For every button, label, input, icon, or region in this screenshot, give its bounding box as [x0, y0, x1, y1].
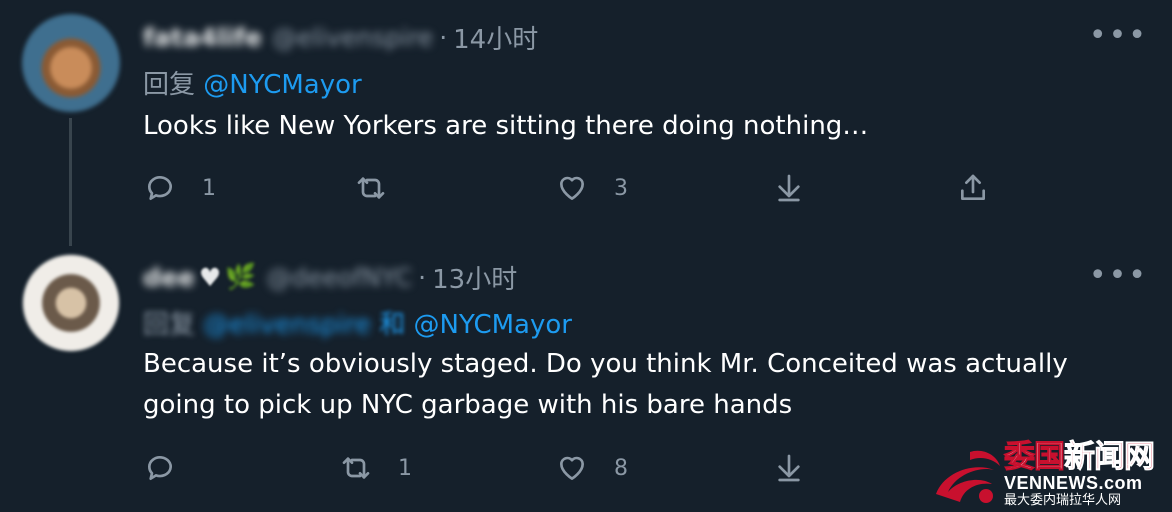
reply-to-line: 回复 @NYCMayor: [143, 64, 362, 101]
like-icon: [560, 456, 584, 480]
author-name[interactable]: fata4life: [143, 23, 262, 52]
like-icon: [560, 176, 584, 200]
share-button[interactable]: [957, 172, 989, 204]
reply-button[interactable]: 1: [144, 172, 216, 204]
author-handle[interactable]: @deeofNYC: [266, 263, 412, 292]
reply-button[interactable]: [144, 452, 202, 484]
retweet-icon: [342, 457, 370, 479]
like-button[interactable]: 3: [556, 172, 628, 204]
retweet-button[interactable]: [355, 172, 413, 204]
share-icon: [961, 174, 985, 200]
separator-dot: ·: [439, 22, 448, 52]
swirl-logo-icon: [936, 450, 1000, 503]
reply-count: 1: [202, 175, 216, 201]
separator-dot: ·: [418, 262, 427, 292]
watermark-subtitle: 最大委内瑞拉华人网: [1004, 493, 1122, 508]
tweet-1[interactable]: fata4life @elivenspire · 14小时 ••• 回复 @NY…: [0, 0, 1172, 246]
download-icon: [778, 454, 800, 482]
watermark: 委国新闻网 VENNEWS.com 最大委内瑞拉华人网: [930, 440, 1172, 512]
reply-prefix: 回复: [143, 70, 196, 100]
watermark-title-white: 委国: [1004, 439, 1066, 475]
retweet-count: 1: [398, 455, 412, 481]
mention-link[interactable]: @NYCMayor: [414, 310, 572, 340]
more-icon[interactable]: •••: [1089, 261, 1148, 291]
watermark-url: VENNEWS.com: [1004, 473, 1143, 493]
like-count: 8: [614, 455, 628, 481]
download-button[interactable]: [773, 452, 805, 484]
download-icon: [778, 174, 800, 202]
watermark-title-red: 新闻网: [1064, 439, 1156, 475]
more-icon[interactable]: •••: [1089, 21, 1148, 51]
retweet-icon: [357, 177, 385, 199]
mention-link[interactable]: @NYCMayor: [203, 70, 361, 100]
tweet-text: Because it’s obviously staged. Do you th…: [143, 344, 1133, 426]
avatar[interactable]: [22, 14, 120, 112]
retweet-button[interactable]: 1: [340, 452, 412, 484]
reply-prefix: 回复: [143, 310, 196, 340]
like-button[interactable]: 8: [556, 452, 628, 484]
author-handle[interactable]: @elivenspire: [272, 23, 433, 52]
leaf-emoji-icon: 🌿: [225, 262, 257, 291]
timestamp[interactable]: 14小时: [453, 19, 538, 56]
watermark-title: 委国新闻网: [1004, 439, 1156, 475]
tweet-text-line: Because it’s obviously staged. Do you th…: [143, 349, 1068, 379]
timestamp[interactable]: 13小时: [432, 259, 517, 296]
author-name[interactable]: dee: [143, 263, 195, 292]
tweet-header: dee ♥ 🌿 @deeofNYC · 13小时: [143, 262, 517, 295]
heart-emoji-icon: ♥: [198, 262, 222, 292]
download-button[interactable]: [773, 172, 805, 204]
tweet-text-line: going to pick up NYC garbage with his ba…: [143, 390, 793, 420]
tweet-text: Looks like New Yorkers are sitting there…: [143, 111, 869, 141]
reply-icon: [148, 176, 172, 200]
like-count: 3: [614, 175, 628, 201]
reply-to-line: 回复 @elivenspire 和 @NYCMayor: [143, 304, 572, 341]
reply-icon: [148, 456, 172, 480]
tweet-header: fata4life @elivenspire · 14小时: [143, 22, 538, 55]
mention-link[interactable]: @elivenspire: [203, 310, 371, 340]
avatar[interactable]: [22, 254, 120, 352]
reply-join: 和: [379, 310, 406, 340]
